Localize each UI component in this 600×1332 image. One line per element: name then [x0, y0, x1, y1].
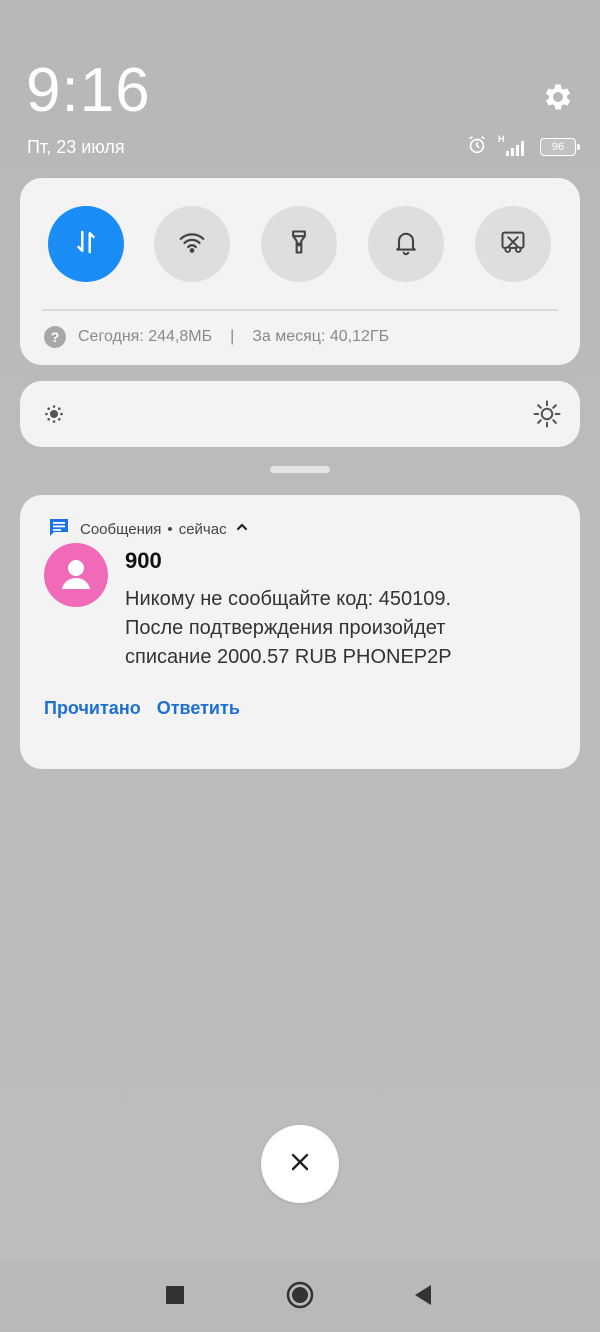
- status-icons: H 96: [466, 134, 580, 161]
- help-icon: ?: [44, 326, 66, 348]
- brightness-slider[interactable]: [20, 381, 580, 447]
- messages-app-icon: [48, 517, 70, 541]
- data-transfer-icon: [71, 227, 101, 262]
- brightness-high-icon: [532, 399, 562, 434]
- tile-screenshot[interactable]: [475, 206, 551, 282]
- notification-sender: 900: [125, 548, 162, 573]
- back-triangle-icon: [413, 1284, 433, 1311]
- mark-read-button[interactable]: Прочитано: [44, 698, 141, 719]
- clear-all-button[interactable]: [261, 1125, 339, 1203]
- square-icon: [165, 1285, 185, 1310]
- quick-settings-panel: ? Сегодня: 244,8МБ | За месяц: 40,12ГБ: [20, 178, 580, 365]
- notification-header: Сообщения • сейчас: [48, 517, 249, 541]
- usage-today: Сегодня: 244,8МБ: [78, 328, 213, 345]
- home-circle-icon: [285, 1280, 315, 1315]
- chevron-up-icon[interactable]: [235, 520, 249, 538]
- message-line: Никому не сообщайте код: 450109.: [125, 588, 451, 610]
- signal-icon: H: [498, 134, 530, 157]
- brightness-low-icon: [42, 402, 66, 431]
- home-button[interactable]: [285, 1280, 315, 1315]
- back-button[interactable]: [408, 1282, 438, 1312]
- usage-month: За месяц: 40,12ГБ: [252, 328, 390, 345]
- notification-actions: Прочитано Ответить: [44, 698, 240, 719]
- alarm-icon: [466, 134, 488, 161]
- bell-icon: [392, 228, 420, 261]
- data-usage-row[interactable]: ? Сегодня: 244,8МБ | За месяц: 40,12ГБ: [44, 326, 389, 348]
- tile-mobile-data[interactable]: [48, 206, 124, 282]
- tile-flashlight[interactable]: [261, 206, 337, 282]
- avatar: [44, 543, 108, 607]
- notification-app-name: Сообщения: [80, 520, 162, 538]
- tile-wifi[interactable]: [154, 206, 230, 282]
- panel-drag-handle[interactable]: [270, 466, 330, 473]
- navigation-bar: [0, 1262, 600, 1332]
- battery-indicator: 96: [540, 138, 580, 156]
- tile-sound[interactable]: [368, 206, 444, 282]
- quick-settings-divider: [42, 309, 558, 311]
- flashlight-icon: [285, 228, 313, 261]
- wifi-icon: [177, 227, 207, 262]
- recents-button[interactable]: [160, 1282, 190, 1312]
- notification-time: сейчас: [178, 520, 227, 538]
- reply-button[interactable]: Ответить: [157, 698, 240, 719]
- close-icon: [289, 1151, 311, 1178]
- clock-time: 9:16: [26, 56, 151, 125]
- date-label: Пт, 23 июля: [27, 137, 125, 157]
- message-line: После подтверждения произойдет: [125, 617, 446, 639]
- notification-card[interactable]: Сообщения • сейчас 900 Никому не сообщай…: [20, 495, 580, 769]
- message-line: списание 2000.57 RUB PHONEP2P: [125, 646, 452, 668]
- scissors-icon: [499, 228, 527, 261]
- usage-separator: |: [230, 328, 235, 345]
- settings-gear-icon[interactable]: [541, 80, 575, 114]
- notification-dot: •: [167, 520, 173, 538]
- notification-message: Никому не сообщайте код: 450109. После п…: [125, 585, 555, 672]
